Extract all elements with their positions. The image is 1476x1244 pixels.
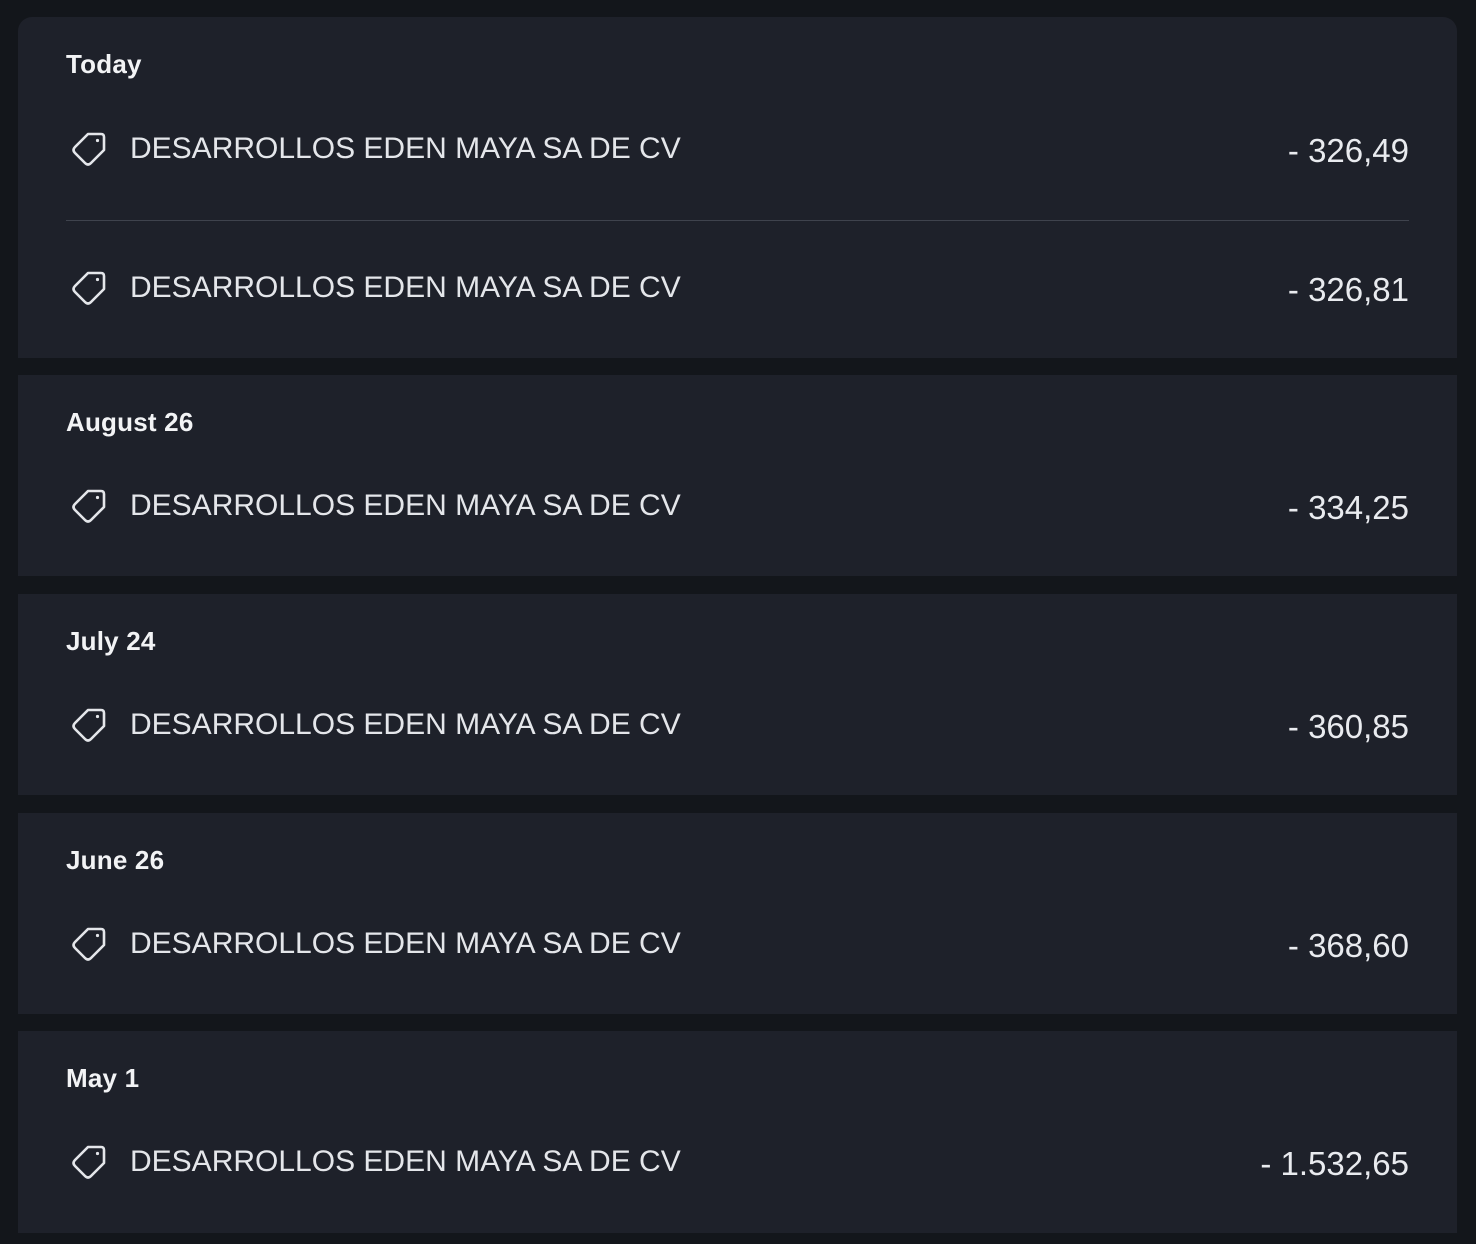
transaction-amount: - 326,81 [1287,270,1409,308]
transaction-amount: - 1.532,65 [1260,1144,1409,1182]
tag-icon [66,703,110,747]
transaction-row[interactable]: DESARROLLOS EDEN MAYA SA DE CV - 326,81 [66,248,1409,328]
merchant-name: DESARROLLOS EDEN MAYA SA DE CV [130,132,681,165]
tag-icon [66,1140,110,1184]
transaction-row[interactable]: DESARROLLOS EDEN MAYA SA DE CV - 368,60 [66,904,1409,984]
transaction-amount: - 360,85 [1287,707,1409,745]
merchant-name: DESARROLLOS EDEN MAYA SA DE CV [130,489,681,522]
group-date-header: July 24 [66,626,156,656]
merchant-name: DESARROLLOS EDEN MAYA SA DE CV [130,927,681,960]
tag-icon [66,922,110,966]
transaction-row[interactable]: DESARROLLOS EDEN MAYA SA DE CV - 1.532,6… [66,1122,1409,1202]
transaction-row[interactable]: DESARROLLOS EDEN MAYA SA DE CV - 360,85 [66,685,1409,765]
transaction-group-july-24: July 24 DESARROLLOS EDEN MAYA SA DE CV -… [18,594,1457,795]
transaction-row[interactable]: DESARROLLOS EDEN MAYA SA DE CV - 326,49 [66,109,1409,189]
group-date-header: Today [66,49,142,79]
transaction-amount: - 334,25 [1287,488,1409,526]
transaction-group-today: Today DESARROLLOS EDEN MAYA SA DE CV - 3… [18,17,1457,358]
transaction-group-may-1: May 1 DESARROLLOS EDEN MAYA SA DE CV - 1… [18,1031,1457,1233]
transaction-amount: - 326,49 [1287,131,1409,169]
tag-icon [66,127,110,171]
group-date-header: August 26 [66,407,194,437]
group-date-header: May 1 [66,1063,140,1093]
merchant-name: DESARROLLOS EDEN MAYA SA DE CV [130,708,681,741]
transaction-amount: - 368,60 [1287,926,1409,964]
transaction-group-august-26: August 26 DESARROLLOS EDEN MAYA SA DE CV… [18,375,1457,576]
group-date-header: June 26 [66,845,165,875]
merchant-name: DESARROLLOS EDEN MAYA SA DE CV [130,1145,681,1178]
transaction-row[interactable]: DESARROLLOS EDEN MAYA SA DE CV - 334,25 [66,466,1409,546]
tag-icon [66,484,110,528]
merchant-name: DESARROLLOS EDEN MAYA SA DE CV [130,271,681,304]
tag-icon [66,266,110,310]
row-divider [66,220,1409,221]
transaction-group-june-26: June 26 DESARROLLOS EDEN MAYA SA DE CV -… [18,813,1457,1014]
